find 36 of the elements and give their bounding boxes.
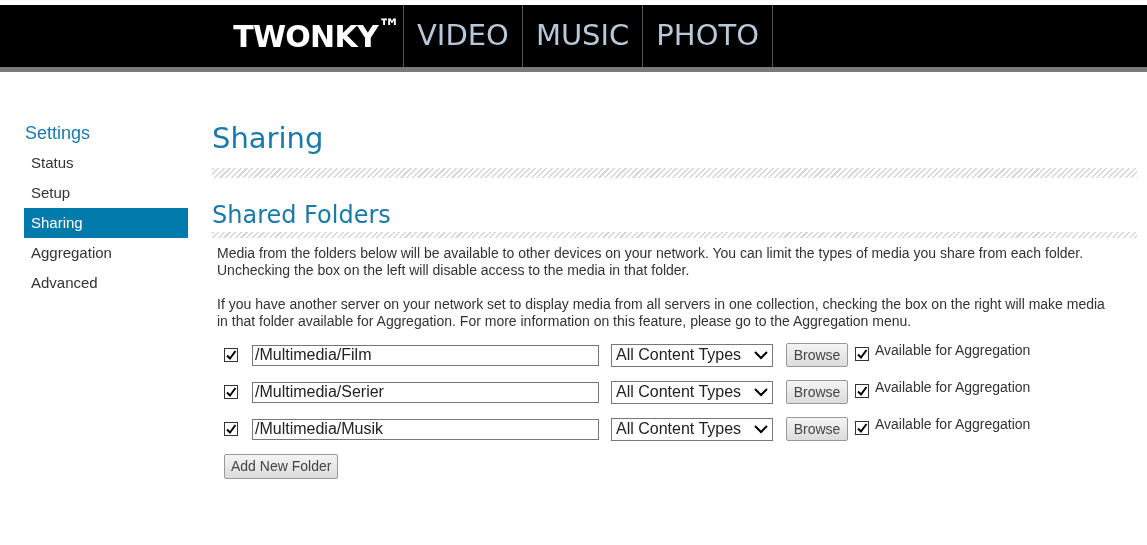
content-type-select[interactable]: All Content Types (611, 380, 773, 404)
page-title: Sharing (212, 120, 325, 156)
checkbox[interactable] (855, 421, 869, 435)
nav-tab[interactable]: VIDEO (403, 5, 522, 67)
browse-button[interactable]: Browse (786, 380, 848, 404)
chevron-down-icon (754, 424, 768, 434)
sidebar-item[interactable]: Setup (24, 178, 188, 208)
sidebar-item[interactable]: Status (24, 148, 188, 178)
path-field[interactable]: /Multimedia/Serier (252, 381, 599, 403)
content-type-select[interactable]: All Content Types (611, 417, 773, 441)
nav-tab[interactable]: PHOTO (642, 5, 772, 67)
description-paragraph: Media from the folders below will be available to other devices on your network. You can limit the types of media you share from each folder. Unchecking the box on the left will disable access to the media in that folder. (217, 245, 1085, 279)
chevron-down-icon (754, 387, 768, 397)
checkbox[interactable] (224, 385, 238, 399)
aggregation-label: Available for Aggregation (875, 378, 1031, 397)
browse-button[interactable]: Browse (786, 343, 848, 367)
content-type-select[interactable]: All Content Types (611, 343, 773, 367)
checkbox[interactable] (855, 384, 869, 398)
browse-button[interactable]: Browse (786, 417, 848, 441)
sidebar-item[interactable]: Sharing (24, 208, 188, 238)
logo: TWONKY$^{™}$ (233, 13, 400, 56)
aggregation-label: Available for Aggregation (875, 415, 1031, 434)
add-folder-button[interactable]: Add New Folder (224, 454, 339, 479)
description-paragraph: If you have another server on your network set to display media from all servers in one collection, checking the box on the right will make media in that folder available for Aggregation. For more information on this feature, please go to the Aggregation menu. (217, 296, 1106, 330)
sidebar-title: Settings (24, 122, 92, 145)
sidebar-item[interactable]: Advanced (24, 268, 188, 298)
checkbox[interactable] (224, 422, 238, 436)
sidebar-item[interactable]: Aggregation (24, 238, 188, 268)
aggregation-label: Available for Aggregation (875, 341, 1031, 360)
path-field[interactable]: /Multimedia/Musik (252, 418, 599, 440)
chevron-down-icon (754, 350, 768, 360)
checkbox[interactable] (224, 348, 238, 362)
nav-tab[interactable]: MUSIC (521, 5, 643, 67)
checkbox[interactable] (855, 347, 869, 361)
path-field[interactable]: /Multimedia/Film (252, 344, 599, 366)
section-title: Shared Folders (212, 200, 392, 230)
